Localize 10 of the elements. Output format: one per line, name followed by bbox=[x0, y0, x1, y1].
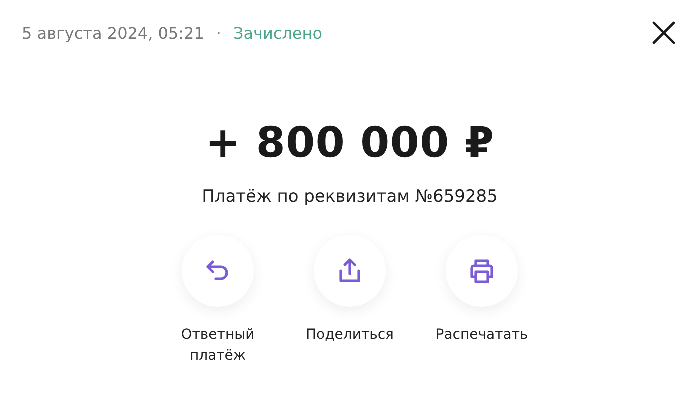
payment-amount: + 800 000 ₽ bbox=[205, 118, 495, 167]
action-label: Поделиться bbox=[306, 326, 394, 345]
payment-description: Платёж по реквизитам №659285 bbox=[202, 187, 498, 207]
action-label: Распечатать bbox=[436, 326, 528, 345]
action-label: Ответный платёж bbox=[180, 326, 256, 366]
separator-dot: · bbox=[216, 24, 222, 42]
status-label: Зачислено bbox=[233, 24, 323, 42]
transaction-date: 5 августа 2024, 05:21 bbox=[22, 24, 204, 42]
close-icon bbox=[652, 21, 676, 45]
close-button[interactable] bbox=[652, 21, 676, 45]
